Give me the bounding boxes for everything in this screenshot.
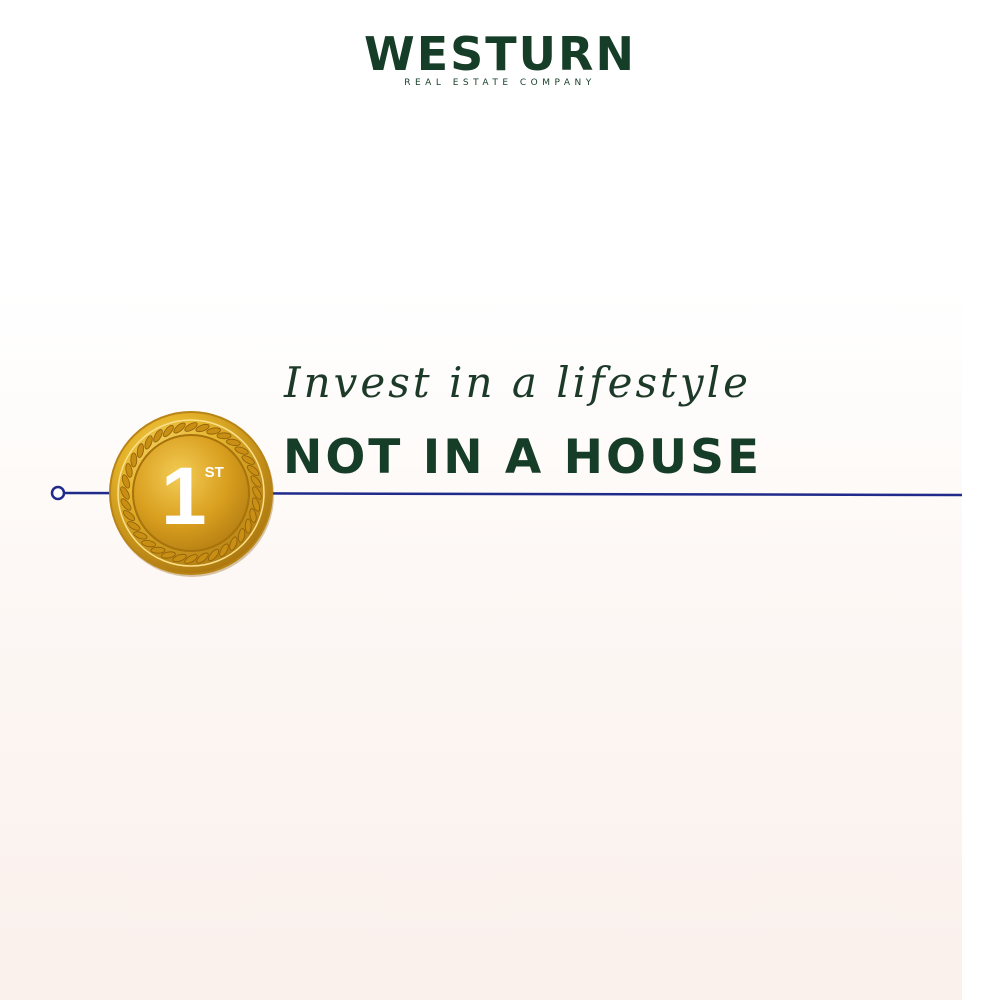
laurel-leaf [150, 546, 166, 554]
medal-suffix: ST [204, 464, 224, 481]
timeline-graphic [50, 411, 963, 577]
medal-number: 1 [161, 451, 207, 542]
timeline-start-dot [50, 485, 66, 501]
page: WESTURN REAL ESTATE COMPANY Invest in a … [0, 0, 1000, 1000]
laurel-leaf [216, 432, 232, 440]
laurel-leaf [244, 518, 252, 534]
medal-rank-label: 1ST [161, 452, 224, 542]
laurel-leaf [130, 452, 138, 468]
